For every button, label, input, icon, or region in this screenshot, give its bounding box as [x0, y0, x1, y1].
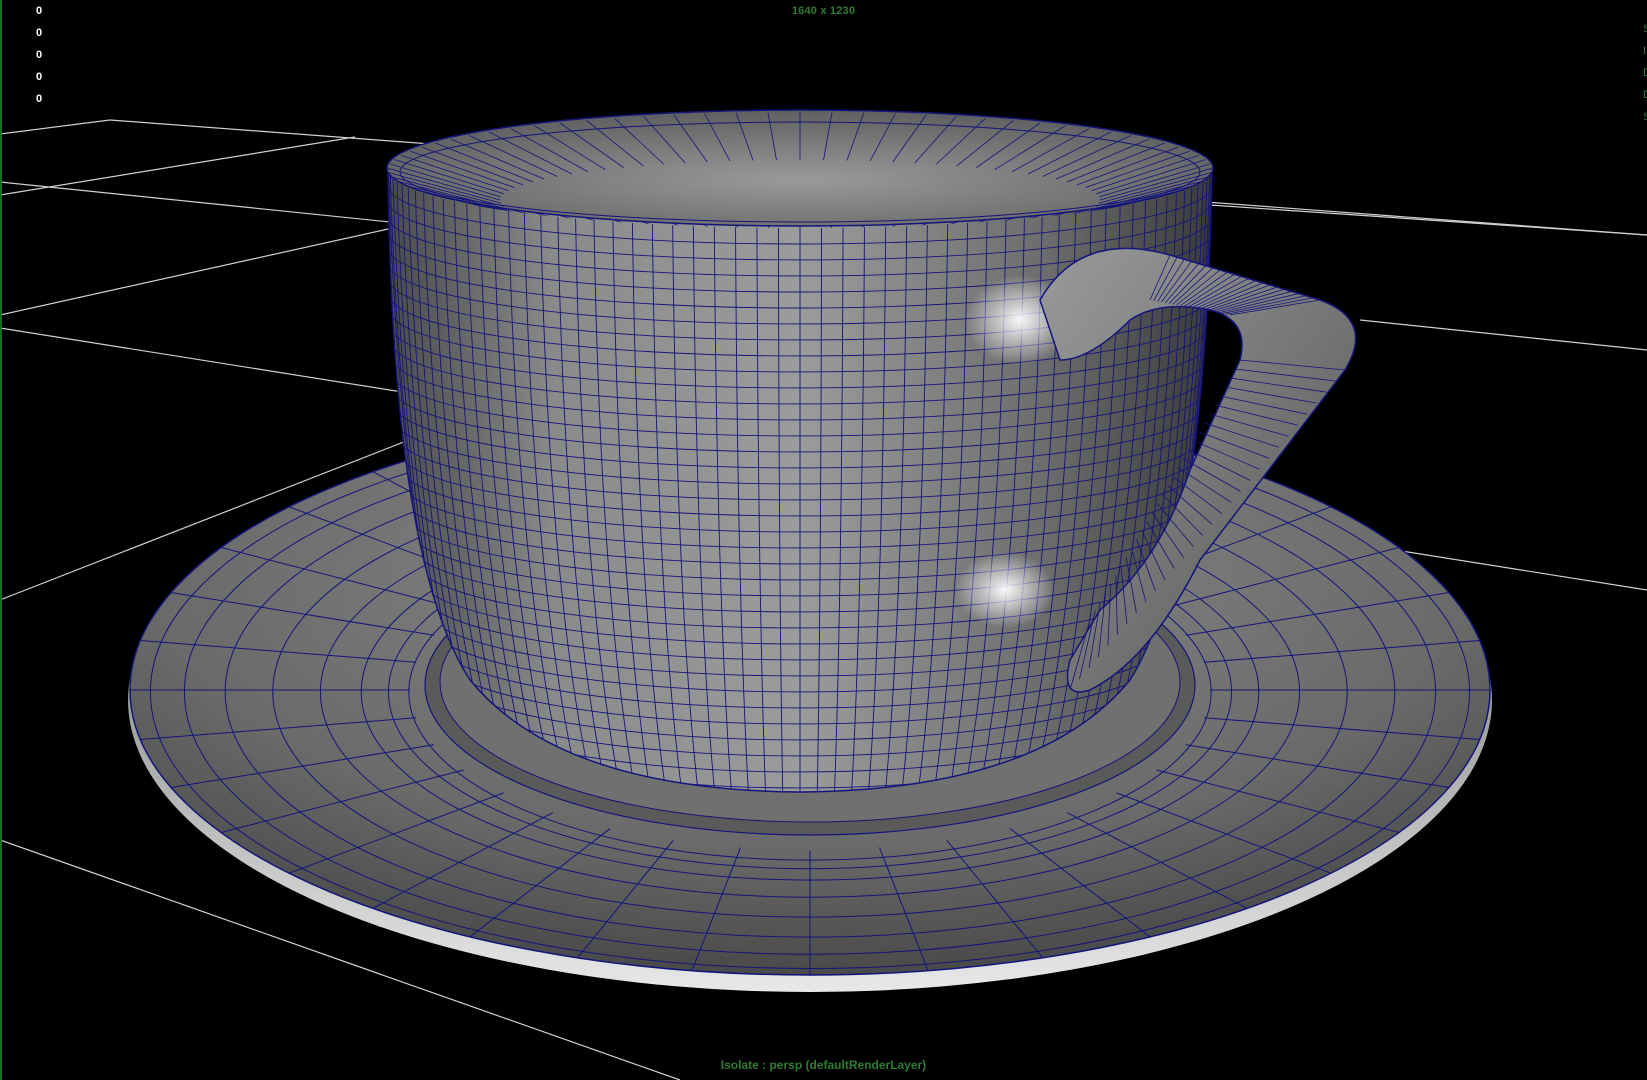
hud-count-value: 0 [36, 93, 43, 105]
hud-count-value: 0 [36, 71, 43, 83]
resolution-gate-label: 1640 x 1230 [791, 5, 856, 17]
hud-right-label: D [1643, 67, 1647, 79]
camera-name-label: Isolate : persp (defaultRenderLayer) [720, 1058, 927, 1072]
hud-right-column: S I D D S [1643, 18, 1647, 128]
hud-count-value: 0 [36, 49, 43, 61]
viewport-edge-bar [0, 0, 2, 1080]
hud-right-label: D [1643, 89, 1647, 101]
hud-right-label: S [1643, 111, 1647, 123]
hud-right-label: I [1643, 45, 1647, 57]
maya-perspective-viewport[interactable]: 0 0 0 0 0 1640 x 1230 S I D D S Isolate … [0, 0, 1647, 1080]
hud-count-value: 0 [36, 27, 43, 39]
hud-right-label: S [1643, 23, 1647, 35]
scene-canvas[interactable] [0, 0, 1647, 1080]
